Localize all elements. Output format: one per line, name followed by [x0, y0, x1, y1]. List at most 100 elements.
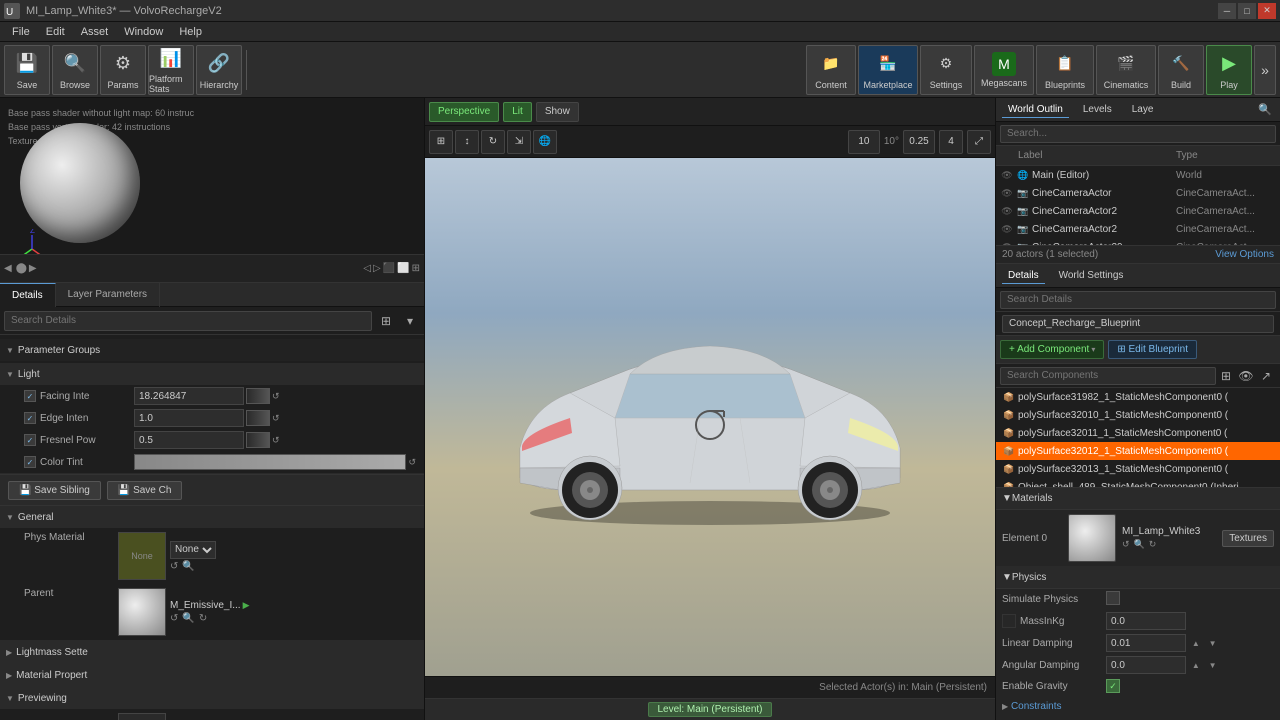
viewport-lit-btn[interactable]: Lit — [503, 102, 532, 122]
menu-asset[interactable]: Asset — [73, 22, 117, 42]
comp-item-4[interactable]: 📦 polySurface32013_1_StaticMeshComponent… — [996, 460, 1280, 478]
tab-layers[interactable]: Laye — [1126, 102, 1160, 117]
comp-arrow-icon[interactable]: ↗ — [1256, 366, 1276, 386]
save-ch-button[interactable]: 💾 Save Ch — [107, 481, 183, 500]
wo-item-cinecamera1[interactable]: 👁 📷 CineCameraActor CineCameraAct... — [996, 184, 1280, 202]
vp-expand-btn[interactable]: ⤢ — [967, 130, 991, 154]
menu-edit[interactable]: Edit — [38, 22, 73, 42]
parameter-groups-header[interactable]: ▼ Parameter Groups — [0, 339, 424, 361]
tab-ds-world-settings[interactable]: World Settings — [1053, 268, 1130, 283]
details-name-input[interactable] — [1002, 315, 1274, 333]
phys-material-dropdown[interactable]: None — [170, 541, 216, 559]
fresnel-pow-reset[interactable]: ↺ — [272, 435, 280, 446]
general-section-header[interactable]: ▼ General — [0, 506, 424, 528]
materials-header[interactable]: ▼ Materials — [996, 488, 1280, 510]
maximize-button[interactable]: □ — [1238, 3, 1256, 19]
preview-btn-2[interactable]: ▷ — [373, 263, 381, 274]
vp-grid-size-btn[interactable]: 10 — [848, 130, 880, 154]
preview-btn-1[interactable]: ◁ — [363, 263, 371, 274]
browse-button[interactable]: 🔍 Browse — [52, 45, 98, 95]
vp-scale-input-btn[interactable]: 0.25 — [903, 130, 935, 154]
wo-eye-main[interactable]: 👁 — [1000, 170, 1014, 181]
previewing-header[interactable]: ▼ Previewing — [0, 687, 424, 709]
megascans-button[interactable]: M Megascans — [974, 45, 1034, 95]
blueprints-button[interactable]: 📋 Blueprints — [1036, 45, 1094, 95]
search-input[interactable] — [4, 311, 372, 331]
material-refresh-btn[interactable]: ↻ — [1149, 539, 1157, 550]
menu-help[interactable]: Help — [171, 22, 210, 42]
parent-swatch[interactable] — [118, 588, 166, 636]
tab-layer-parameters[interactable]: Layer Parameters — [56, 283, 160, 307]
color-tint-reset[interactable]: ↺ — [408, 457, 416, 468]
vp-grid-btn[interactable]: ⊞ — [429, 130, 453, 154]
edit-blueprint-button[interactable]: ⊞ Edit Blueprint — [1108, 340, 1197, 359]
material-browse-btn[interactable]: 🔍 — [1134, 539, 1145, 550]
tab-details[interactable]: Details — [0, 283, 56, 307]
vp-scale-btn[interactable]: ⇲ — [507, 130, 531, 154]
details-search-input[interactable] — [1000, 291, 1276, 309]
preview-nav-left[interactable]: ◀ — [4, 263, 12, 274]
comp-item-5[interactable]: 📦 Object_shell_489_StaticMeshComponent0 … — [996, 478, 1280, 488]
tab-world-outline[interactable]: World Outlin — [1002, 102, 1069, 118]
more-button[interactable]: » — [1254, 45, 1276, 95]
facing-inte-input[interactable] — [134, 387, 244, 405]
wo-item-cinecamera2[interactable]: 👁 📷 CineCameraActor2 CineCameraAct... — [996, 202, 1280, 220]
menu-window[interactable]: Window — [116, 22, 171, 42]
fresnel-pow-checkbox[interactable]: ✓ — [24, 434, 36, 446]
preview-sphere-btn[interactable]: ⬤ — [16, 263, 27, 274]
car-viewport[interactable] — [425, 158, 995, 676]
vp-move-btn[interactable]: ↕ — [455, 130, 479, 154]
world-outline-search-input[interactable] — [1000, 125, 1276, 143]
build-button[interactable]: 🔨 Build — [1158, 45, 1204, 95]
mass-kg-input[interactable] — [1106, 612, 1186, 630]
viewport-perspective-btn[interactable]: Perspective — [429, 102, 499, 122]
fresnel-pow-input[interactable] — [134, 431, 244, 449]
wo-item-cinecamera29[interactable]: 👁 📷 CineCameraActor29 CineCameraAct... — [996, 238, 1280, 245]
preview-btn-5[interactable]: ⊞ — [412, 263, 420, 274]
viewport-show-btn[interactable]: Show — [536, 102, 579, 122]
preview-nav-right[interactable]: ▶ — [29, 263, 37, 274]
phys-material-browse-btn[interactable]: 🔍 — [182, 561, 194, 572]
wo-item-cinecamera3[interactable]: 👁 📷 CineCameraActor2 CineCameraAct... — [996, 220, 1280, 238]
level-tag[interactable]: Level: Main (Persistent) — [648, 702, 771, 717]
vp-world-btn[interactable]: 🌐 — [533, 130, 557, 154]
vp-rotate-btn[interactable]: ↻ — [481, 130, 505, 154]
color-tint-checkbox[interactable]: ✓ — [24, 456, 36, 468]
settings-button[interactable]: ⚙ Settings — [920, 45, 972, 95]
constraints-label[interactable]: ▶ Constraints — [1002, 701, 1102, 712]
comp-item-3[interactable]: 📦 polySurface32012_1_StaticMeshComponent… — [996, 442, 1280, 460]
wo-eye-cc2[interactable]: 👁 — [1000, 206, 1014, 217]
parent-browse-btn[interactable]: 🔍 — [182, 613, 194, 624]
linear-damping-spin-up[interactable]: ▲ — [1189, 636, 1203, 650]
material-properties-header[interactable]: ▶ Material Propert — [0, 664, 424, 686]
parent-refresh-btn[interactable]: ↻ — [199, 613, 207, 624]
add-component-button[interactable]: + Add Component ▾ — [1000, 340, 1104, 359]
edge-inten-input[interactable] — [134, 409, 244, 427]
lightmass-header[interactable]: ▶ Lightmass Sette — [0, 641, 424, 663]
save-button[interactable]: 💾 Save — [4, 45, 50, 95]
comp-view-icon[interactable]: ⊞ — [1216, 366, 1236, 386]
hierarchy-button[interactable]: 🔗 Hierarchy — [196, 45, 242, 95]
phys-material-reset-btn[interactable]: ↺ — [170, 561, 178, 572]
platform-stats-button[interactable]: 📊 Platform Stats — [148, 45, 194, 95]
comp-item-1[interactable]: 📦 polySurface32010_1_StaticMeshComponent… — [996, 406, 1280, 424]
phys-material-swatch[interactable]: None — [118, 532, 166, 580]
parent-reset-btn[interactable]: ↺ — [170, 613, 178, 624]
facing-inte-slider[interactable] — [246, 388, 270, 404]
menu-file[interactable]: File — [4, 22, 38, 42]
enable-gravity-checkbox[interactable]: ✓ — [1106, 679, 1120, 693]
components-search-input[interactable] — [1000, 367, 1216, 385]
simulate-physics-checkbox[interactable] — [1106, 591, 1120, 605]
marketplace-button[interactable]: 🏪 Marketplace — [858, 45, 918, 95]
wo-item-main-editor[interactable]: 👁 🌐 Main (Editor) World — [996, 166, 1280, 184]
comp-item-2[interactable]: 📦 polySurface32011_1_StaticMeshComponent… — [996, 424, 1280, 442]
angular-damping-spin-up[interactable]: ▲ — [1189, 658, 1203, 672]
facing-inte-reset[interactable]: ↺ — [272, 391, 280, 402]
color-tint-swatch[interactable] — [134, 454, 406, 470]
physics-header[interactable]: ▼ Physics — [996, 567, 1280, 589]
edge-inten-slider[interactable] — [246, 410, 270, 426]
linear-damping-input[interactable] — [1106, 634, 1186, 652]
filter-icon[interactable]: ▾ — [400, 311, 420, 331]
preview-btn-3[interactable]: ⬛ — [383, 263, 395, 274]
tab-levels[interactable]: Levels — [1077, 102, 1118, 117]
